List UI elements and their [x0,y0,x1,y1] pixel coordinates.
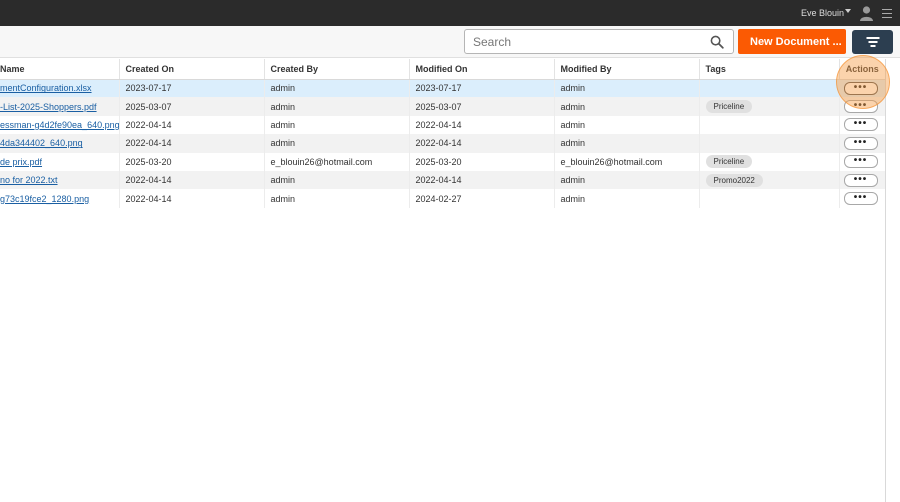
file-name-link[interactable]: de prix.pdf [0,157,42,167]
row-actions-button[interactable]: ••• [843,118,878,132]
table-row[interactable]: essman-g4d2fe90ea_640.png 2022-04-14 adm… [0,115,885,135]
created-on-cell: 2025-03-07 [118,97,264,116]
row-actions-button[interactable]: ••• [843,81,878,95]
file-name-link[interactable]: mentConfiguration.xlsx [0,83,92,93]
filter-icon [866,37,879,39]
modified-by-cell: admin [553,134,699,153]
column-header-tags[interactable]: Tags [698,59,839,80]
modified-by-cell: admin [553,115,699,135]
filter-button[interactable] [852,30,893,54]
tags-cell: Promo2022 [698,170,839,190]
modified-on-cell: 2023-07-17 [408,79,554,98]
row-actions-button[interactable]: ••• [843,100,878,114]
tags-cell [698,189,839,208]
column-header-created-on[interactable]: Created On [118,59,264,80]
table-right-border [885,59,886,502]
column-header-created-by[interactable]: Created By [263,59,409,80]
modified-on-cell: 2024-02-27 [408,189,554,208]
modified-on-cell: 2025-03-20 [408,152,554,171]
table-row[interactable]: g73c19fce2_1280.png 2022-04-14 admin 202… [0,189,885,208]
file-name-link[interactable]: 4da344402_640.png [0,138,83,148]
hamburger-menu-icon[interactable] [882,9,892,18]
tag-badge[interactable]: Priceline [705,100,753,114]
table-row[interactable]: -List-2025-Shoppers.pdf 2025-03-07 admin… [0,97,885,116]
tags-cell [698,134,839,153]
chevron-down-icon[interactable] [845,9,851,13]
created-on-cell: 2022-04-14 [118,115,264,135]
modified-by-cell: admin [553,189,699,208]
column-header-modified-by[interactable]: Modified By [553,59,699,80]
row-actions-button[interactable]: ••• [843,192,878,206]
file-name-link[interactable]: g73c19fce2_1280.png [0,194,89,204]
top-bar: Eve Blouin [0,0,900,26]
file-name-link[interactable]: essman-g4d2fe90ea_640.png [0,120,119,130]
column-header-name[interactable]: Name [0,59,119,80]
tag-badge[interactable]: Promo2022 [705,173,763,187]
row-actions-button[interactable]: ••• [843,155,878,169]
row-actions-button[interactable]: ••• [843,173,878,187]
created-by-cell: admin [263,134,409,153]
user-avatar-icon[interactable] [859,5,874,21]
new-document-button[interactable]: New Document ... [738,29,846,54]
table-header-row: Name Created On Created By Modified On M… [0,59,885,80]
table-row[interactable]: de prix.pdf 2025-03-20 e_blouin26@hotmai… [0,152,885,171]
created-on-cell: 2023-07-17 [118,79,264,98]
table-row[interactable]: no for 2022.txt 2022-04-14 admin 2022-04… [0,170,885,190]
modified-on-cell: 2022-04-14 [408,170,554,190]
user-name[interactable]: Eve Blouin [801,8,844,18]
search-box [464,29,734,54]
tags-cell [698,115,839,135]
table-row[interactable]: mentConfiguration.xlsx 2023-07-17 admin … [0,79,885,98]
search-icon[interactable] [710,35,724,49]
created-on-cell: 2022-04-14 [118,189,264,208]
tags-cell [698,79,839,98]
created-by-cell: admin [263,97,409,116]
file-name-link[interactable]: -List-2025-Shoppers.pdf [0,102,97,112]
created-by-cell: e_blouin26@hotmail.com [263,152,409,171]
column-header-actions: Actions [838,59,885,80]
modified-on-cell: 2022-04-14 [408,134,554,153]
created-on-cell: 2025-03-20 [118,152,264,171]
tags-cell: Priceline [698,97,839,116]
modified-by-cell: admin [553,79,699,98]
modified-on-cell: 2022-04-14 [408,115,554,135]
column-header-modified-on[interactable]: Modified On [408,59,554,80]
modified-by-cell: e_blouin26@hotmail.com [553,152,699,171]
documents-table: Name Created On Created By Modified On M… [0,59,885,208]
created-on-cell: 2022-04-14 [118,170,264,190]
modified-on-cell: 2025-03-07 [408,97,554,116]
file-name-link[interactable]: no for 2022.txt [0,175,58,185]
toolbar: New Document ... [0,26,900,58]
created-by-cell: admin [263,115,409,135]
row-actions-button[interactable]: ••• [843,136,878,150]
created-by-cell: admin [263,189,409,208]
created-by-cell: admin [263,170,409,190]
modified-by-cell: admin [553,170,699,190]
tags-cell: Priceline [698,152,839,171]
tag-badge[interactable]: Priceline [705,155,753,169]
created-by-cell: admin [263,79,409,98]
search-input[interactable] [465,30,705,53]
modified-by-cell: admin [553,97,699,116]
created-on-cell: 2022-04-14 [118,134,264,153]
table-row[interactable]: 4da344402_640.png 2022-04-14 admin 2022-… [0,134,885,153]
